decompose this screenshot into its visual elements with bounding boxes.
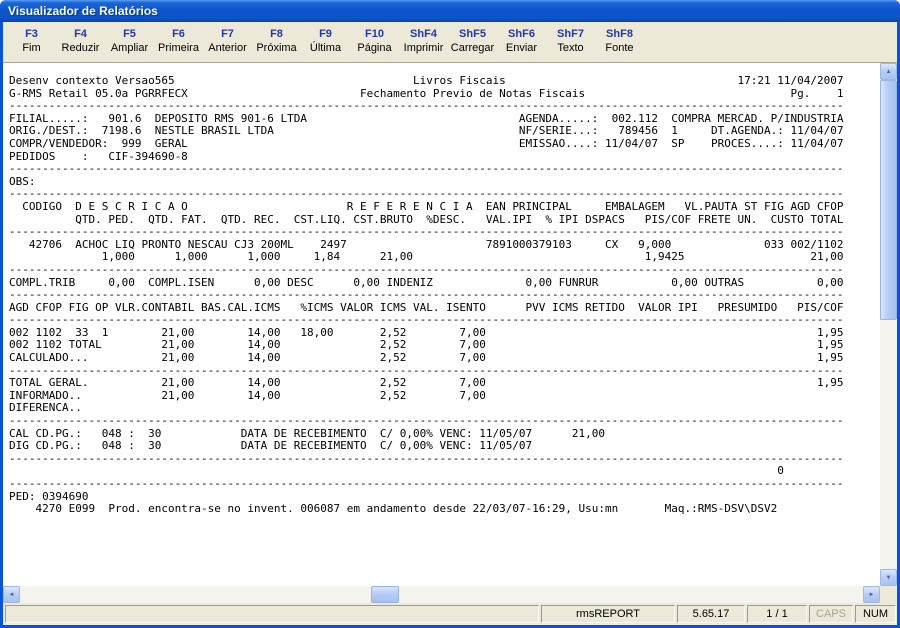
toolbar-action-label: Texto [557,42,584,54]
scroll-left-button[interactable]: ◄ [3,586,20,603]
toolbar: F3 Fim F4 Reduzir F5 Ampliar F6 Primeira F7 Anter… [3,22,897,63]
scroll-right-button[interactable]: ► [863,586,880,603]
toolbar-action-label: Enviar [505,42,538,54]
toolbar-key-label: F4 [74,28,87,40]
toolbar-action-label: Anterior [208,42,247,54]
toolbar-action-label: Próxima [256,42,297,54]
scrollbar-corner [880,586,897,603]
status-page-indicator: 1 / 1 [747,605,807,623]
toolbar-button-shf6[interactable]: ShF6 Enviar [497,25,546,62]
toolbar-action-label: Reduzir [61,42,100,54]
status-caps-indicator: CAPS [809,605,853,623]
toolbar-key-label: ShF7 [557,28,584,40]
down-arrow-icon: ▼ [885,574,892,581]
status-panel-main [5,605,539,623]
toolbar-action-label: Fim [22,42,41,54]
horizontal-scroll-thumb[interactable] [371,586,399,603]
toolbar-action-label: Carregar [450,42,495,54]
title-bar[interactable]: Visualizador de Relatórios [0,0,900,22]
toolbar-key-label: F3 [25,28,38,40]
toolbar-button-f4[interactable]: F4 Reduzir [56,25,105,62]
toolbar-key-label: F6 [172,28,185,40]
toolbar-button-f9[interactable]: F9 Última [301,25,350,62]
status-app-name: rmsREPORT [541,605,675,623]
scroll-up-button[interactable]: ▲ [880,63,897,80]
toolbar-key-label: F8 [270,28,283,40]
toolbar-button-f3[interactable]: F3 Fim [7,25,56,62]
window-title: Visualizador de Relatórios [8,4,158,18]
toolbar-button-f10[interactable]: F10 Página [350,25,399,62]
status-bar: rmsREPORT 5.65.17 1 / 1 CAPS NUM [3,603,897,625]
toolbar-key-label: F10 [365,28,384,40]
toolbar-key-label: ShF5 [459,28,486,40]
toolbar-button-f5[interactable]: F5 Ampliar [105,25,154,62]
toolbar-action-label: Primeira [158,42,199,54]
report-viewer-window: Visualizador de Relatórios F3 Fim F4 Reduzi… [0,0,900,628]
up-arrow-icon: ▲ [885,68,892,75]
status-version: 5.65.17 [677,605,745,623]
status-num-indicator: NUM [855,605,896,623]
toolbar-key-label: ShF4 [410,28,437,40]
vertical-scrollbar[interactable]: ▲ ▼ [880,63,897,586]
toolbar-button-shf7[interactable]: ShF7 Texto [546,25,595,62]
right-arrow-icon: ► [868,591,875,598]
toolbar-key-label: ShF6 [508,28,535,40]
toolbar-button-f6[interactable]: F6 Primeira [154,25,203,62]
toolbar-button-shf8[interactable]: ShF8 Fonte [595,25,644,62]
toolbar-action-label: Fonte [605,42,634,54]
toolbar-key-label: ShF8 [606,28,633,40]
report-area: Desenv contexto Versao565 Livros Fiscais… [3,63,897,603]
left-arrow-icon: ◄ [8,591,15,598]
toolbar-button-shf4[interactable]: ShF4 Imprimir [399,25,448,62]
vertical-scroll-thumb[interactable] [880,80,897,320]
toolbar-action-label: Última [309,42,342,54]
toolbar-button-shf5[interactable]: ShF5 Carregar [448,25,497,62]
scroll-down-button[interactable]: ▼ [880,569,897,586]
toolbar-key-label: F7 [221,28,234,40]
toolbar-action-label: Página [357,42,392,54]
toolbar-key-label: F9 [319,28,332,40]
toolbar-action-label: Imprimir [403,42,444,54]
toolbar-action-label: Ampliar [110,42,149,54]
toolbar-key-label: F5 [123,28,136,40]
toolbar-button-f7[interactable]: F7 Anterior [203,25,252,62]
horizontal-scrollbar[interactable]: ◄ ► [3,586,880,603]
report-text: Desenv contexto Versao565 Livros Fiscais… [9,74,844,516]
toolbar-button-f8[interactable]: F8 Próxima [252,25,301,62]
